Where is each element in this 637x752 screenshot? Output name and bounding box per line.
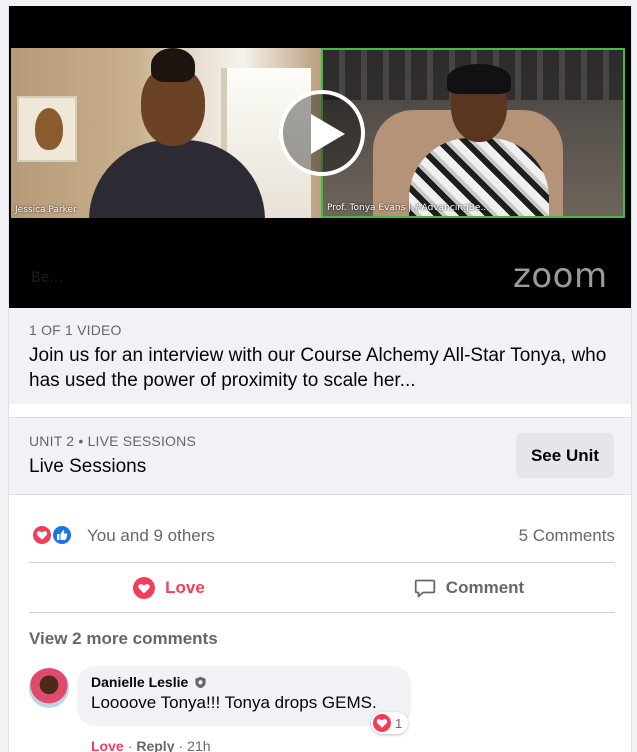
reaction-summary[interactable]: You and 9 others — [87, 526, 215, 546]
love-button-label: Love — [165, 578, 205, 597]
comment-button[interactable]: Comment — [329, 568, 609, 608]
video-player[interactable]: Jessica Parker Prof. Tonya Evans | #Adva… — [9, 6, 631, 308]
play-button[interactable] — [279, 90, 365, 176]
see-unit-button[interactable]: See Unit — [515, 433, 614, 478]
comment-author-row: Danielle Leslie — [91, 674, 399, 690]
speaker-hair — [447, 64, 511, 94]
comment-count[interactable]: 5 Comments — [519, 526, 615, 546]
guest-hair — [151, 48, 195, 82]
play-icon — [311, 114, 345, 154]
avatar[interactable] — [29, 668, 69, 708]
comment-reaction-badge[interactable]: 1 — [371, 712, 409, 734]
video-counter: 1 OF 1 VIDEO — [29, 322, 122, 338]
love-reaction-icon — [373, 714, 391, 732]
love-heart-icon — [133, 577, 156, 599]
view-more-comments-link[interactable]: View 2 more comments — [29, 629, 218, 649]
wall-art — [17, 96, 77, 162]
video-title: Join us for an interview with our Course… — [29, 345, 607, 391]
zoom-logo: zoom — [513, 256, 608, 296]
comment-timestamp[interactable]: 21h — [187, 738, 210, 752]
guest-name-tag: Jessica Parker — [15, 205, 77, 215]
comment-icon — [414, 579, 435, 598]
post-actions: Love Comment — [29, 564, 615, 612]
video-meta: 1 OF 1 VIDEO Join us for an interview wi… — [9, 308, 631, 404]
separator: · — [127, 738, 133, 752]
comment-reply-link[interactable]: Reply — [136, 738, 174, 752]
love-button[interactable]: Love — [29, 568, 309, 608]
divider — [9, 494, 631, 495]
unit-header: UNIT 2 • LIVE SESSIONS Live Sessions See… — [9, 418, 631, 494]
section-divider — [9, 404, 631, 418]
comment-love-link[interactable]: Love — [91, 738, 124, 752]
video-tile-guest: Jessica Parker — [11, 48, 321, 218]
reaction-icons[interactable] — [29, 524, 79, 548]
comment-meta: Love · Reply · 21h — [91, 738, 211, 752]
reactions-bar: You and 9 others 5 Comments — [29, 523, 615, 549]
speaker-name-tag: Prof. Tonya Evans | #AdvancingBe... — [327, 203, 490, 213]
comment-button-label: Comment — [445, 578, 525, 597]
comment-bubble: Danielle Leslie Loooove Tonya!!! Tonya d… — [77, 666, 411, 726]
divider — [29, 562, 615, 563]
separator: · — [178, 738, 184, 752]
post-card: Jessica Parker Prof. Tonya Evans | #Adva… — [8, 6, 632, 752]
comment-text: Loooove Tonya!!! Tonya drops GEMS. — [91, 693, 377, 712]
comment-author[interactable]: Danielle Leslie — [91, 674, 188, 690]
comment-item: Danielle Leslie Loooove Tonya!!! Tonya d… — [29, 666, 619, 752]
love-reaction-icon — [31, 524, 53, 546]
comment-reaction-count: 1 — [395, 715, 403, 731]
video-watermark-left: Be... — [31, 270, 63, 286]
divider — [29, 612, 615, 613]
video-tile-speaker: Prof. Tonya Evans | #AdvancingBe... — [321, 48, 625, 218]
like-reaction-icon — [51, 524, 73, 546]
shield-badge-icon — [195, 676, 206, 688]
